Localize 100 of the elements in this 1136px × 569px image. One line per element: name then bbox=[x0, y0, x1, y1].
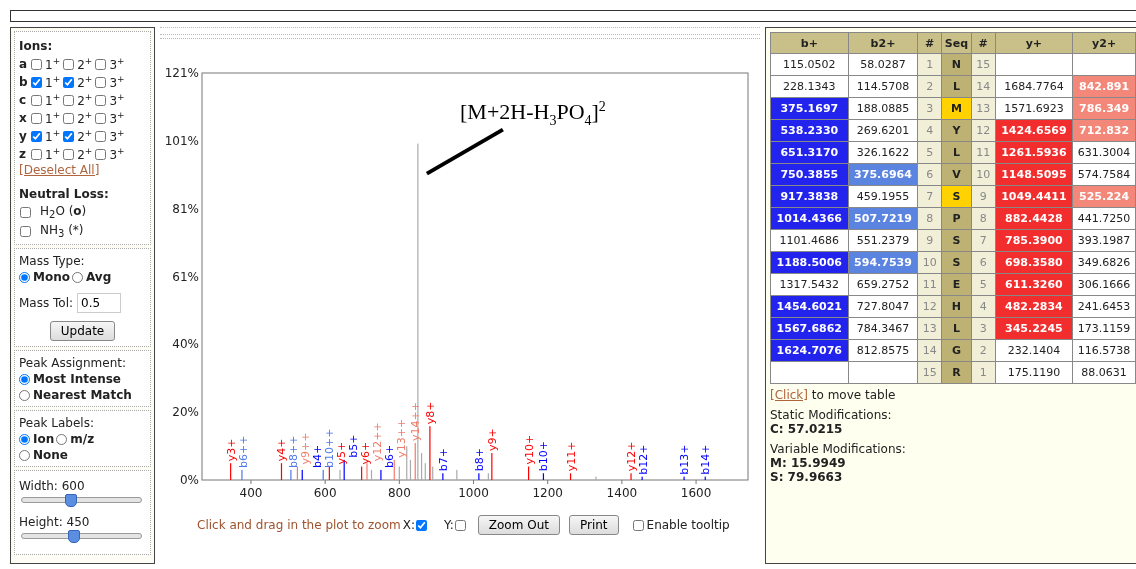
peak-label: y6+ bbox=[359, 441, 373, 465]
peak-label: b10++ bbox=[323, 428, 337, 468]
radio-label: m/z bbox=[70, 432, 95, 446]
peak-label: y8+ bbox=[423, 401, 437, 425]
radio-button[interactable] bbox=[19, 449, 30, 461]
deselect-link[interactable]: [Deselect All] bbox=[19, 163, 100, 177]
peak-label: b4+ bbox=[311, 444, 325, 468]
radio-button[interactable] bbox=[19, 373, 30, 385]
checkbox[interactable] bbox=[31, 76, 42, 88]
checkbox[interactable] bbox=[63, 130, 75, 142]
peak-label: b7+ bbox=[436, 448, 450, 472]
checkbox[interactable] bbox=[31, 94, 42, 106]
charge-label: 3$^{+}$ bbox=[109, 74, 125, 90]
spectrum-peak bbox=[542, 473, 545, 480]
checkbox[interactable] bbox=[63, 112, 75, 124]
radio-button[interactable] bbox=[56, 433, 68, 445]
peak-label: y12++ bbox=[371, 422, 385, 462]
checkbox[interactable] bbox=[31, 112, 42, 124]
table-cell: 1567.6862 bbox=[770, 317, 849, 340]
table-cell: 1014.4366 bbox=[770, 207, 849, 230]
slider-label: Width: 600 bbox=[19, 479, 86, 493]
ion-label: x bbox=[19, 111, 28, 125]
axis-tick-label: 40% bbox=[172, 337, 199, 352]
column-header: b2+ bbox=[848, 32, 918, 54]
axis-tick-label: 1600 bbox=[680, 486, 712, 500]
radio-button[interactable] bbox=[19, 271, 30, 283]
checkbox-label: Enable tooltip bbox=[646, 518, 730, 532]
update-button[interactable]: Update bbox=[49, 321, 116, 341]
checkbox[interactable] bbox=[95, 94, 107, 106]
modification-value: S: 79.9663 bbox=[770, 470, 844, 484]
peak-label: b8+ bbox=[472, 448, 486, 472]
slider-thumb[interactable] bbox=[64, 494, 77, 507]
checkbox[interactable] bbox=[31, 58, 42, 70]
loss-label: NH$_{3}$ (*) bbox=[40, 223, 84, 240]
section-title: Ions: bbox=[19, 39, 54, 53]
mass-tol-field[interactable]: 0.5 bbox=[77, 293, 122, 313]
peak-label: b5+ bbox=[347, 434, 361, 458]
axis-tick-label: 81% bbox=[172, 201, 199, 216]
radio-label: None bbox=[33, 448, 68, 462]
section-title: Peak Labels: bbox=[19, 416, 95, 430]
table-cell: 375.1697 bbox=[770, 97, 849, 120]
section-title: Mass Type: bbox=[19, 254, 86, 268]
zoom-out-button[interactable]: Zoom Out bbox=[477, 515, 560, 535]
checkbox[interactable] bbox=[95, 148, 107, 160]
peak-label: b14+ bbox=[699, 444, 713, 475]
radio-button[interactable] bbox=[19, 389, 30, 401]
ion-label: a bbox=[19, 57, 29, 71]
charge-label: 2$^{+}$ bbox=[77, 146, 93, 162]
checkbox[interactable] bbox=[63, 76, 75, 88]
checkbox[interactable] bbox=[20, 226, 31, 237]
column-header: y+ bbox=[995, 32, 1073, 54]
checkbox[interactable] bbox=[95, 112, 107, 124]
print-button[interactable]: Print bbox=[568, 515, 619, 535]
peak-label: b6++ bbox=[236, 435, 250, 468]
axis-tick-label: 1200 bbox=[532, 486, 563, 500]
charge-label: 3$^{+}$ bbox=[109, 56, 125, 72]
checkbox[interactable] bbox=[454, 519, 466, 531]
section-title: Peak Assignment: bbox=[19, 356, 127, 370]
charge-label: 2$^{+}$ bbox=[77, 56, 93, 72]
axis-tick-label: 800 bbox=[387, 486, 411, 500]
axis-tick-label: 600 bbox=[313, 486, 337, 500]
checkbox[interactable] bbox=[95, 58, 107, 70]
modifications-title: Variable Modifications: bbox=[770, 442, 907, 456]
checkbox[interactable] bbox=[95, 130, 107, 142]
checkbox[interactable] bbox=[63, 94, 75, 106]
section-title: Neutral Loss: bbox=[19, 187, 110, 201]
slider-label: Height: 450 bbox=[19, 515, 91, 529]
checkbox[interactable] bbox=[20, 207, 31, 218]
table-cell: 1454.6021 bbox=[770, 295, 849, 318]
checkbox[interactable] bbox=[632, 519, 644, 531]
slider-thumb[interactable] bbox=[68, 530, 81, 543]
checkbox[interactable] bbox=[416, 519, 427, 531]
peak-label: y14++ bbox=[409, 402, 423, 441]
peak-label: b10+ bbox=[537, 441, 551, 472]
checkbox[interactable] bbox=[31, 148, 42, 160]
table-cell: 1317.5432 bbox=[770, 273, 849, 296]
peak-label: b8++ bbox=[287, 435, 301, 468]
radio-button[interactable] bbox=[72, 271, 83, 283]
charge-label: 1$^{+}$ bbox=[45, 110, 61, 126]
click-link[interactable]: [Click] bbox=[770, 388, 808, 402]
checkbox[interactable] bbox=[63, 148, 75, 160]
axis-tick-label: 1400 bbox=[606, 486, 638, 500]
spectrum-peak bbox=[370, 469, 373, 480]
radio-label: Mono bbox=[33, 270, 70, 284]
charge-label: 2$^{+}$ bbox=[77, 110, 93, 126]
checkbox[interactable] bbox=[31, 130, 42, 142]
peak-label: y11+ bbox=[564, 441, 578, 472]
modification-value: C: 57.0215 bbox=[770, 422, 844, 436]
ion-label: b bbox=[19, 75, 29, 89]
zoom-hint: Click and drag in the plot to zoom bbox=[197, 518, 401, 532]
checkbox-label: X: bbox=[402, 518, 415, 532]
spectrum-peak bbox=[280, 463, 283, 480]
callout-label: [M+2H-H$_{3}$PO$_{4}$]$^{2}$ bbox=[460, 99, 606, 129]
spectrum-peak bbox=[569, 473, 572, 480]
radio-button[interactable] bbox=[19, 433, 30, 445]
charge-label: 3$^{+}$ bbox=[109, 146, 125, 162]
axis-tick-label: 400 bbox=[239, 486, 263, 500]
checkbox[interactable] bbox=[95, 76, 107, 88]
checkbox[interactable] bbox=[63, 58, 75, 70]
charge-label: 1$^{+}$ bbox=[45, 56, 61, 72]
